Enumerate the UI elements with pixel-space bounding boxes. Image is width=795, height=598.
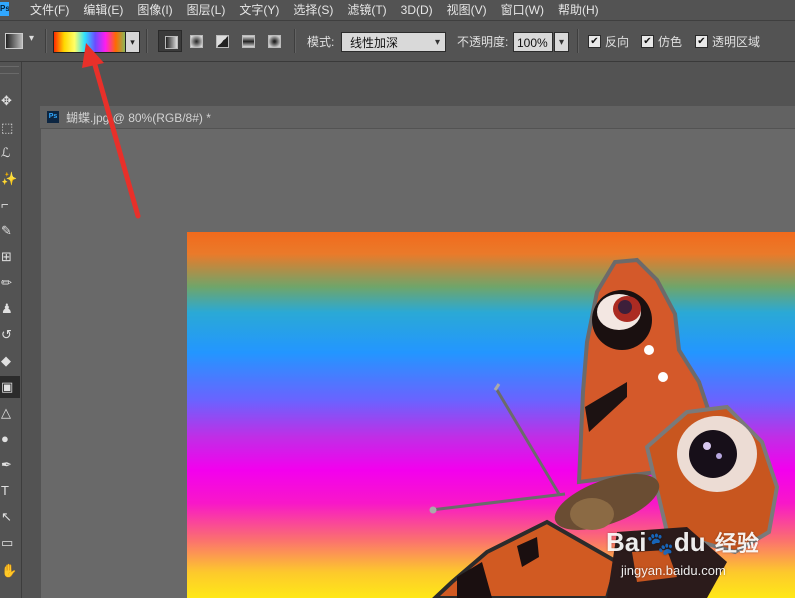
- eraser-tool-icon[interactable]: ◆: [0, 350, 20, 372]
- chevron-down-icon: ▾: [434, 37, 440, 48]
- dodge-tool-icon[interactable]: ●: [0, 428, 20, 450]
- menu-items: 文件(F) 编辑(E) 图像(I) 图层(L) 文字(Y) 选择(S) 滤镜(T…: [30, 0, 613, 20]
- diamond-gradient-button[interactable]: [262, 30, 286, 52]
- paw-icon: 🐾: [646, 531, 674, 556]
- divider: [577, 29, 579, 53]
- mode-select[interactable]: 线性加深 ▾: [341, 32, 446, 52]
- menu-help[interactable]: 帮助(H): [558, 0, 599, 20]
- watermark-url: jingyan.baidu.com: [621, 563, 726, 578]
- tool-preset-picker[interactable]: [5, 33, 23, 49]
- reflected-gradient-button[interactable]: [236, 30, 260, 52]
- hand-tool-icon[interactable]: ✋: [0, 560, 20, 582]
- mode-value: 线性加深: [350, 36, 399, 50]
- menu-bar: Ps 文件(F) 编辑(E) 图像(I) 图层(L) 文字(Y) 选择(S) 滤…: [0, 0, 795, 21]
- move-tool-icon[interactable]: ✥: [0, 90, 20, 112]
- divider: [294, 29, 296, 53]
- menu-3d[interactable]: 3D(D): [401, 0, 433, 20]
- healing-brush-tool-icon[interactable]: ⊞: [0, 246, 20, 268]
- angle-gradient-icon: [216, 35, 229, 48]
- watermark-brand-suffix: du: [673, 527, 706, 557]
- menu-type[interactable]: 文字(Y): [239, 0, 279, 20]
- magic-wand-tool-icon[interactable]: ✨: [0, 168, 20, 190]
- dither-label: 仿色: [658, 35, 683, 49]
- gradient-picker-dropdown[interactable]: ▾: [125, 31, 140, 53]
- opacity-input[interactable]: 100%: [513, 32, 553, 52]
- photoshop-logo: Ps: [0, 2, 9, 16]
- brush-tool-icon[interactable]: ✏: [0, 272, 20, 294]
- menu-window[interactable]: 窗口(W): [501, 0, 544, 20]
- dither-checkbox[interactable]: ✔: [641, 35, 654, 48]
- reverse-checkbox[interactable]: ✔: [588, 35, 601, 48]
- transparency-label: 透明区域: [712, 35, 761, 49]
- menu-filter[interactable]: 滤镜(T): [347, 0, 386, 20]
- watermark-brand: Bai: [606, 527, 647, 557]
- history-brush-tool-icon[interactable]: ↺: [0, 324, 20, 346]
- gradient-tool-icon[interactable]: ▣: [0, 376, 20, 398]
- linear-gradient-button[interactable]: [158, 30, 182, 52]
- lasso-tool-icon[interactable]: ℒ: [0, 142, 20, 164]
- opacity-label: 不透明度:: [457, 35, 509, 49]
- path-selection-tool-icon[interactable]: ↖: [0, 506, 20, 528]
- divider: [146, 29, 148, 53]
- divider: [45, 29, 47, 53]
- radial-gradient-icon: [190, 35, 203, 48]
- menu-file[interactable]: 文件(F): [30, 0, 69, 20]
- menu-select[interactable]: 选择(S): [293, 0, 333, 20]
- crop-tool-icon[interactable]: ⌐: [0, 194, 20, 216]
- eyedropper-tool-icon[interactable]: ✎: [0, 220, 20, 242]
- panel-grip[interactable]: [0, 66, 19, 74]
- diamond-gradient-icon: [268, 35, 281, 48]
- blur-tool-icon[interactable]: △: [0, 402, 20, 424]
- angle-gradient-button[interactable]: [210, 30, 234, 52]
- type-tool-icon[interactable]: T: [0, 480, 20, 502]
- opacity-dropdown[interactable]: ▾: [554, 32, 569, 52]
- clone-stamp-tool-icon[interactable]: ♟: [0, 298, 20, 320]
- watermark-cn: 经验: [714, 531, 759, 556]
- menu-layer[interactable]: 图层(L): [187, 0, 226, 20]
- marquee-tool-icon[interactable]: ⬚: [0, 117, 20, 139]
- options-bar: ▾ ▾ 模式: 线性加深 ▾ 不透明度: 100% ▾ ✔ 反向 ✔ 仿色 ✔ …: [0, 21, 795, 62]
- ps-file-icon: Ps: [47, 111, 59, 123]
- menu-edit[interactable]: 编辑(E): [83, 0, 123, 20]
- gradient-editor-swatch[interactable]: [53, 31, 127, 53]
- transparency-checkbox[interactable]: ✔: [695, 35, 708, 48]
- linear-gradient-icon: [165, 36, 178, 49]
- mode-label: 模式:: [307, 35, 335, 49]
- reflected-gradient-icon: [242, 35, 255, 48]
- menu-view[interactable]: 视图(V): [447, 0, 487, 20]
- radial-gradient-button[interactable]: [184, 30, 208, 52]
- menu-image[interactable]: 图像(I): [137, 0, 172, 20]
- chevron-down-icon[interactable]: ▾: [29, 33, 34, 44]
- baidu-watermark: Bai🐾du 经验: [606, 526, 759, 558]
- pen-tool-icon[interactable]: ✒: [0, 454, 20, 476]
- reverse-label: 反向: [605, 35, 630, 49]
- rectangle-tool-icon[interactable]: ▭: [0, 532, 20, 554]
- document-title[interactable]: 蝴蝶.jpg @ 80%(RGB/8#) *: [66, 109, 211, 126]
